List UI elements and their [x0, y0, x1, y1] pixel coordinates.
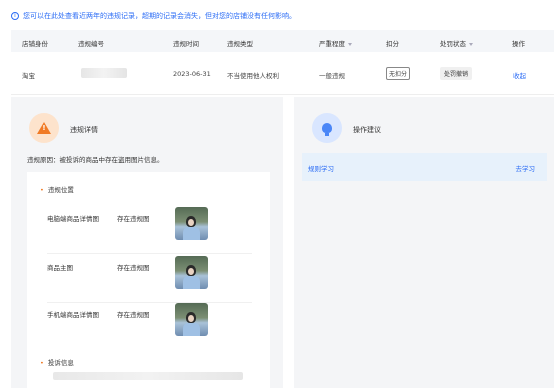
location-status: 存在违规图 — [117, 311, 150, 319]
filter-icon[interactable] — [348, 42, 352, 46]
panel-title: 违规详情 — [70, 126, 98, 134]
suggestion-item: 规则学习 去学习 — [302, 153, 547, 181]
location-name: 手机端商品详情图 — [47, 311, 99, 319]
cell-type: 不当使用他人权利 — [227, 72, 279, 80]
location-name: 商品主图 — [47, 264, 73, 272]
complaint-section-title: • 投诉信息 — [40, 359, 74, 367]
header-severity[interactable]: 严重程度 — [319, 38, 352, 48]
collapse-link[interactable]: 收起 — [513, 70, 526, 80]
header-time: 违规时间 — [173, 40, 199, 48]
violation-image-thumbnail[interactable] — [175, 303, 208, 336]
violation-image-thumbnail[interactable] — [175, 256, 208, 289]
table-row: 淘宝 2023-06-31 不当使用他人权利 一般违规 无扣分 处罚撤销 收起 — [11, 52, 554, 95]
header-status[interactable]: 处罚状态 — [440, 38, 473, 48]
header-action: 操作 — [512, 40, 525, 48]
suggestion-panel: 操作建议 规则学习 去学习 — [294, 97, 554, 388]
warning-icon: ! — [29, 113, 59, 143]
filter-icon[interactable] — [469, 42, 473, 46]
cell-severity: 一般违规 — [319, 72, 345, 80]
violation-detail-panel: ! 违规详情 违规原因：被投诉的商品中存在盗用图片信息。 • 违规位置 电脑端商品… — [11, 97, 283, 388]
detail-card: • 违规位置 电脑端商品详情图 存在违规图 商品主图 存在违规图 手机端商品详情图… — [27, 172, 270, 388]
location-row: 手机端商品详情图 存在违规图 — [47, 303, 252, 349]
violation-image-thumbnail[interactable] — [175, 207, 208, 240]
location-row: 商品主图 存在违规图 — [47, 256, 252, 303]
cell-time: 2023-06-31 — [173, 70, 211, 78]
panel-title: 操作建议 — [353, 126, 381, 134]
header-points: 扣分 — [386, 40, 399, 48]
status-badge: 处罚撤销 — [440, 67, 473, 80]
location-name: 电脑端商品详情图 — [47, 215, 99, 223]
header-shop: 店铺身份 — [22, 40, 48, 48]
header-type: 违规类型 — [227, 40, 253, 48]
location-status: 存在违规图 — [117, 264, 150, 272]
go-learn-link[interactable]: 去学习 — [516, 163, 536, 173]
points-badge: 无扣分 — [386, 67, 411, 80]
info-icon: i — [11, 12, 19, 20]
cell-shop: 淘宝 — [22, 72, 35, 80]
rule-learning-label: 规则学习 — [308, 165, 334, 173]
lightbulb-icon — [312, 113, 342, 143]
location-section-title: • 违规位置 — [40, 186, 74, 194]
table-header: 店铺身份 违规编号 违规时间 违规类型 严重程度 扣分 处罚状态 操作 — [11, 30, 554, 52]
location-status: 存在违规图 — [117, 215, 150, 223]
masked-complaint-info — [53, 372, 243, 380]
location-row: 电脑端商品详情图 存在违规图 — [47, 207, 252, 254]
masked-violation-id — [81, 68, 127, 78]
notice-text: 您可以在此处查看近两年的违规记录，超期的记录会消失，但对您的店铺没有任何影响。 — [23, 12, 296, 20]
header-id: 违规编号 — [78, 40, 104, 48]
violation-reason: 违规原因：被投诉的商品中存在盗用图片信息。 — [27, 156, 164, 164]
notice-bar: i 您可以在此处查看近两年的违规记录，超期的记录会消失，但对您的店铺没有任何影响… — [11, 11, 296, 21]
